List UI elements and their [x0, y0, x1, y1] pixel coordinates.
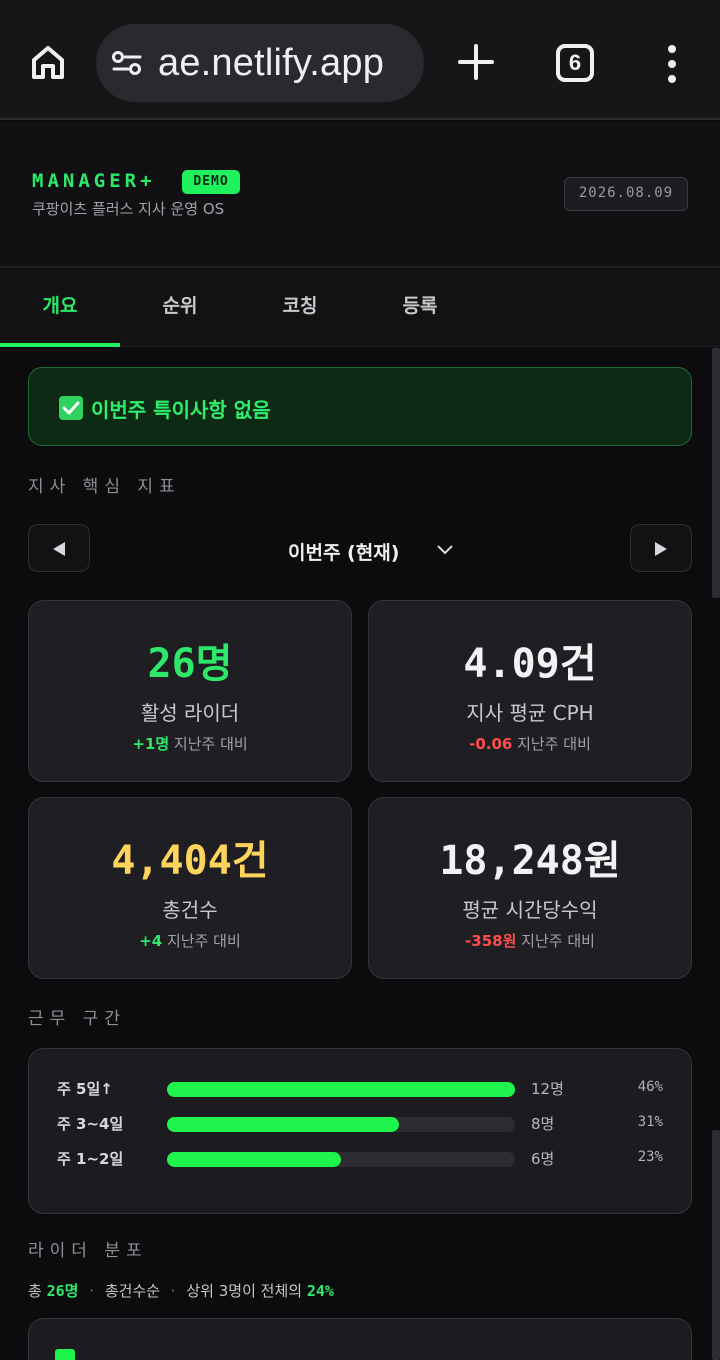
- kpi-value: 26명: [147, 641, 233, 687]
- tune-icon[interactable]: [112, 50, 142, 76]
- kpi-card-total-orders: 4,404건 총건수 +4 지난주 대비: [28, 797, 352, 979]
- band-count: 8명: [531, 1115, 555, 1133]
- scrollbar-thumb-lower[interactable]: [712, 1130, 720, 1360]
- triangle-right-icon: [655, 542, 667, 556]
- legend-marker: [55, 1349, 75, 1360]
- kpi-value: 18,248원: [439, 838, 621, 884]
- prev-week-button[interactable]: [28, 524, 90, 572]
- band-label: 주 1~2일: [57, 1150, 124, 1168]
- kpi-delta-suffix: 지난주 대비: [173, 735, 248, 753]
- work-bands-card: 주 5일↑ 12명 46% 주 3~4일 8명 31% 주 1~2일 6명 23…: [28, 1048, 692, 1214]
- band-label: 주 5일↑: [57, 1080, 113, 1098]
- band-percent: 31%: [637, 1114, 663, 1130]
- band-track: [167, 1082, 515, 1097]
- band-row: 주 1~2일 6명 23%: [29, 1147, 693, 1171]
- kpi-value: 4,404건: [111, 838, 269, 884]
- kebab-icon[interactable]: [664, 44, 680, 84]
- band-count: 12명: [531, 1080, 564, 1098]
- band-track: [167, 1152, 515, 1167]
- kpi-card-avg-cph: 4.09건 지사 평균 CPH -0.06 지난주 대비: [368, 600, 692, 782]
- section-label-distribution: 라이더 분포: [28, 1241, 148, 1261]
- band-percent: 23%: [637, 1149, 663, 1165]
- chevron-down-icon[interactable]: [436, 544, 454, 556]
- kpi-label: 지사 평균 CPH: [466, 701, 594, 725]
- band-fill: [167, 1082, 515, 1097]
- kpi-label: 총건수: [162, 898, 218, 922]
- kpi-delta: +4 지난주 대비: [29, 930, 351, 951]
- section-label-work-bands: 근무 구간: [28, 1009, 126, 1029]
- date-chip: 2026.08.09: [564, 177, 688, 211]
- tab-overview[interactable]: 개요: [0, 268, 120, 347]
- band-fill: [167, 1117, 400, 1132]
- plus-icon[interactable]: [456, 42, 496, 82]
- kpi-card-hourly-earnings: 18,248원 평균 시간당수익 -358원 지난주 대비: [368, 797, 692, 979]
- tab-bar: 개요 순위 코칭 등록: [0, 268, 720, 347]
- app-subtitle: 쿠팡이츠 플러스 지사 운영 OS: [32, 200, 225, 218]
- band-label: 주 3~4일: [57, 1115, 124, 1133]
- kpi-delta: -0.06 지난주 대비: [369, 733, 691, 754]
- band-fill: [167, 1152, 341, 1167]
- status-alert: 이번주 특이사항 없음: [28, 367, 692, 446]
- week-selector[interactable]: 이번주 (현재): [288, 538, 399, 565]
- browser-toolbar: ae.netlify.app 6: [0, 0, 720, 120]
- demo-badge: DEMO: [182, 170, 240, 194]
- kpi-delta-value: -0.06: [469, 735, 513, 753]
- kpi-delta-suffix: 지난주 대비: [521, 932, 595, 950]
- tab-coaching[interactable]: 코칭: [240, 268, 360, 347]
- dist-total: 26명: [46, 1282, 79, 1300]
- tab-ranking[interactable]: 순위: [120, 268, 240, 347]
- distribution-card: [28, 1318, 692, 1360]
- kpi-delta-value: +4: [139, 932, 163, 950]
- kpi-delta: +1명 지난주 대비: [29, 733, 351, 754]
- check-box-icon: [59, 396, 83, 420]
- band-count: 6명: [531, 1150, 555, 1168]
- kpi-label: 평균 시간당수익: [462, 898, 598, 922]
- kpi-value: 4.09건: [463, 641, 597, 687]
- separator-dot: ·: [89, 1282, 95, 1300]
- kpi-card-active-riders: 26명 활성 라이더 +1명 지난주 대비: [28, 600, 352, 782]
- scrollbar-thumb[interactable]: [712, 348, 720, 598]
- kpi-label: 활성 라이더: [140, 701, 240, 725]
- app-header: MANAGER+ DEMO 쿠팡이츠 플러스 지사 운영 OS 2026.08.…: [0, 122, 720, 268]
- band-row: 주 3~4일 8명 31%: [29, 1112, 693, 1136]
- kpi-delta: -358원 지난주 대비: [369, 930, 691, 951]
- next-week-button[interactable]: [630, 524, 692, 572]
- dist-top-pct: 24%: [306, 1282, 334, 1300]
- dist-top-text: 상위 3명이 전체의: [186, 1282, 303, 1300]
- home-icon[interactable]: [28, 42, 68, 82]
- section-label-kpi: 지사 핵심 지표: [28, 477, 181, 497]
- address-bar[interactable]: ae.netlify.app: [96, 24, 424, 102]
- tab-register[interactable]: 등록: [360, 268, 480, 347]
- dist-prefix: 총: [28, 1282, 42, 1300]
- triangle-left-icon: [53, 542, 65, 556]
- band-percent: 46%: [637, 1079, 663, 1095]
- band-row: 주 5일↑ 12명 46%: [29, 1077, 693, 1101]
- kpi-delta-value: +1명: [132, 735, 170, 753]
- url-text[interactable]: ae.netlify.app: [158, 42, 410, 85]
- distribution-summary: 총 26명 · 총건수순 · 상위 3명이 전체의 24%: [28, 1280, 334, 1301]
- tabs-icon[interactable]: 6: [556, 44, 594, 82]
- band-track: [167, 1117, 515, 1132]
- kpi-delta-suffix: 지난주 대비: [517, 735, 591, 753]
- brand-title: MANAGER+: [32, 170, 156, 192]
- dist-sort[interactable]: 총건수순: [105, 1282, 160, 1300]
- separator-dot: ·: [170, 1282, 176, 1300]
- alert-text: 이번주 특이사항 없음: [91, 398, 271, 422]
- kpi-delta-suffix: 지난주 대비: [167, 932, 241, 950]
- kpi-delta-value: -358원: [465, 932, 517, 950]
